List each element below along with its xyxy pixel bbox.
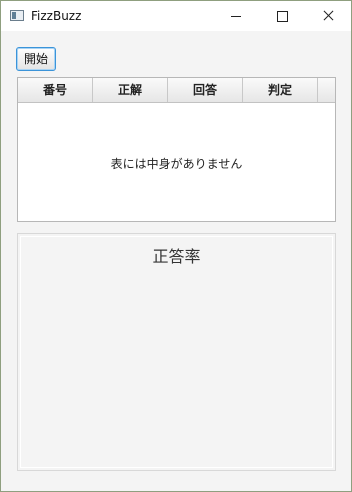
app-window: FizzBuzz 開始 番号 正解 回答 判定 表には中身がありません 正答率 <box>0 0 352 492</box>
chart-plot-area: 正答率 <box>20 236 333 468</box>
table-header: 番号 正解 回答 判定 <box>18 78 335 103</box>
column-header-answer[interactable]: 回答 <box>168 78 243 102</box>
results-table[interactable]: 番号 正解 回答 判定 表には中身がありません <box>17 77 336 222</box>
start-button[interactable]: 開始 <box>16 47 56 71</box>
column-header-correct[interactable]: 正解 <box>93 78 168 102</box>
column-header-filler <box>318 78 335 102</box>
column-header-number[interactable]: 番号 <box>18 78 93 102</box>
chart-title: 正答率 <box>152 247 201 266</box>
app-window-icon <box>10 10 24 21</box>
close-icon[interactable] <box>305 1 351 31</box>
minimize-icon[interactable] <box>213 1 259 31</box>
column-header-judgement[interactable]: 判定 <box>243 78 318 102</box>
maximize-icon[interactable] <box>259 1 305 31</box>
title-bar[interactable]: FizzBuzz <box>1 1 351 31</box>
table-empty-placeholder: 表には中身がありません <box>110 157 243 171</box>
accuracy-chart: 正答率 <box>17 233 336 471</box>
window-title: FizzBuzz <box>31 9 82 23</box>
